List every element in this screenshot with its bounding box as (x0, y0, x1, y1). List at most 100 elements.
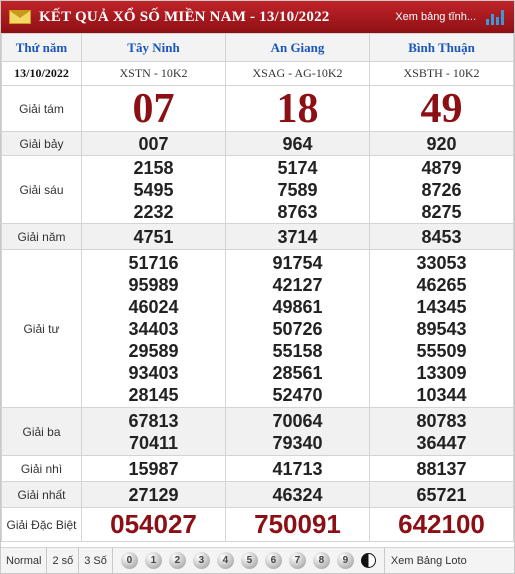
digit-ball-button[interactable]: 7 (288, 552, 306, 569)
province-name[interactable]: Bình Thuận (369, 33, 514, 62)
winning-number: 52470 (272, 384, 323, 405)
prize-cell: 750091 (225, 507, 370, 542)
prize-cell: 27129 (81, 481, 226, 508)
bar-chart-icon[interactable] (486, 7, 504, 25)
winning-number: 46265 (416, 274, 467, 295)
winning-number: 2158 (133, 157, 174, 178)
winning-number: 920 (426, 133, 457, 154)
prize-row: Giải bảy 007 964 920 (1, 131, 514, 156)
prize-cell: 33053 46265 14345 89543 55509 13309 10344 (369, 249, 514, 408)
winning-number: 4879 (421, 157, 462, 178)
winning-number: 8726 (421, 179, 462, 200)
prize-cell: 007 (81, 131, 226, 156)
prize-row: Giải tư 51716 95989 46024 34403 29589 93403 281… (1, 249, 514, 408)
digit-ball-button[interactable]: 4 (216, 552, 234, 569)
prize-row: Giải Đặc Biệt 054027 750091 642100 (1, 507, 514, 542)
winning-number: 14345 (416, 296, 467, 317)
prize-cell: 8453 (369, 223, 514, 250)
prize-cell: 49 (369, 85, 514, 132)
prize-cell: 18 (225, 85, 370, 132)
lottery-widget: KẾT QUẢ XỔ SỐ MIỀN NAM - 13/10/2022 Xem … (0, 0, 515, 574)
winning-number: 91754 (272, 252, 323, 273)
digit-ball-button[interactable]: 6 (264, 552, 282, 569)
winning-number: 28561 (272, 362, 323, 383)
digit-ball-button[interactable]: 8 (312, 552, 330, 569)
prize-cell: 51716 95989 46024 34403 29589 93403 28145 (81, 249, 226, 408)
prize-row: Giải sáu 2158 5495 2232 5174 7589 8763 4879 8726… (1, 155, 514, 224)
prize-cell: 80783 36447 (369, 407, 514, 456)
prize-cell: 3714 (225, 223, 370, 250)
winning-number: 46024 (128, 296, 179, 317)
winning-number: 93403 (128, 362, 179, 383)
digit-ball-button[interactable]: 5 (240, 552, 258, 569)
winning-number: 5174 (277, 157, 318, 178)
winning-number: 70411 (128, 432, 179, 453)
winning-number: 642100 (398, 509, 485, 539)
draw-date: 13/10/2022 (1, 61, 82, 86)
winning-number: 18 (276, 85, 319, 132)
prize-cell: 46324 (225, 481, 370, 508)
digit-ball-button[interactable]: 3 (192, 552, 210, 569)
winning-number: 3714 (277, 226, 318, 247)
digit-filter: 0123456789 (113, 547, 385, 574)
winning-number: 29589 (128, 340, 179, 361)
winning-number: 4751 (133, 226, 174, 247)
envelope-icon (9, 10, 31, 24)
winning-number: 41713 (272, 458, 323, 479)
digit-ball-button[interactable]: 0 (120, 552, 138, 569)
prize-cell: 41713 (225, 455, 370, 482)
prize-label: Giải tư (1, 249, 82, 408)
winning-number: 10344 (416, 384, 467, 405)
static-table-link[interactable]: Xem bảng tĩnh... (395, 11, 476, 23)
province-name[interactable]: An Giang (225, 33, 370, 62)
winning-number: 65721 (416, 484, 467, 505)
three-digit-mode-button[interactable]: 3 Số (79, 547, 113, 574)
prize-cell: 65721 (369, 481, 514, 508)
winning-number: 55509 (416, 340, 467, 361)
prize-cell: 5174 7589 8763 (225, 155, 370, 224)
footer-toolbar: Normal 2 số 3 Số 0123456789 Xem Bảng Lot… (1, 547, 514, 574)
winning-number: 27129 (128, 484, 179, 505)
prize-label: Giải Đặc Biệt (1, 507, 82, 542)
winning-number: 49861 (272, 296, 323, 317)
loto-table-link[interactable]: Xem Bảng Loto (385, 555, 467, 567)
winning-number: 89543 (416, 318, 467, 339)
winning-number: 7589 (277, 179, 318, 200)
winning-number: 80783 (416, 410, 467, 431)
prize-label: Giải nhất (1, 481, 82, 508)
winning-number: 42127 (272, 274, 323, 295)
day-header: Thứ năm (1, 33, 82, 62)
winning-number: 79340 (272, 432, 323, 453)
winning-number: 33053 (416, 252, 467, 273)
digit-ball-button[interactable]: 1 (144, 552, 162, 569)
winning-number: 46324 (272, 484, 323, 505)
normal-mode-button[interactable]: Normal (1, 547, 48, 574)
ticket-code: XSBTH - 10K2 (369, 61, 514, 86)
prize-row: Giải tám 07 18 49 (1, 85, 514, 132)
province-name[interactable]: Tây Ninh (81, 33, 226, 62)
winning-number: 5495 (133, 179, 174, 200)
page-title: KẾT QUẢ XỔ SỐ MIỀN NAM - 13/10/2022 (39, 8, 330, 25)
prize-cell: 054027 (81, 507, 226, 542)
digit-ball-button[interactable]: 2 (168, 552, 186, 569)
winning-number: 51716 (128, 252, 179, 273)
winning-number: 67813 (128, 410, 179, 431)
two-digit-mode-button[interactable]: 2 số (47, 547, 80, 574)
winning-number: 15987 (128, 458, 179, 479)
prize-cell: 07 (81, 85, 226, 132)
prize-row: Giải nhất 27129 46324 65721 (1, 481, 514, 508)
yin-yang-icon[interactable] (360, 553, 376, 568)
ticket-code: XSAG - AG-10K2 (225, 61, 370, 86)
prize-row: Giải ba 67813 70411 70064 79340 80783 36447 (1, 407, 514, 456)
digit-ball-button[interactable]: 9 (336, 552, 354, 569)
winning-number: 8453 (421, 226, 462, 247)
prize-cell: 2158 5495 2232 (81, 155, 226, 224)
winning-number: 70064 (272, 410, 323, 431)
prize-label: Giải năm (1, 223, 82, 250)
prize-cell: 15987 (81, 455, 226, 482)
winning-number: 34403 (128, 318, 179, 339)
winning-number: 55158 (272, 340, 323, 361)
prize-cell: 642100 (369, 507, 514, 542)
prize-label: Giải sáu (1, 155, 82, 224)
winning-number: 50726 (272, 318, 323, 339)
